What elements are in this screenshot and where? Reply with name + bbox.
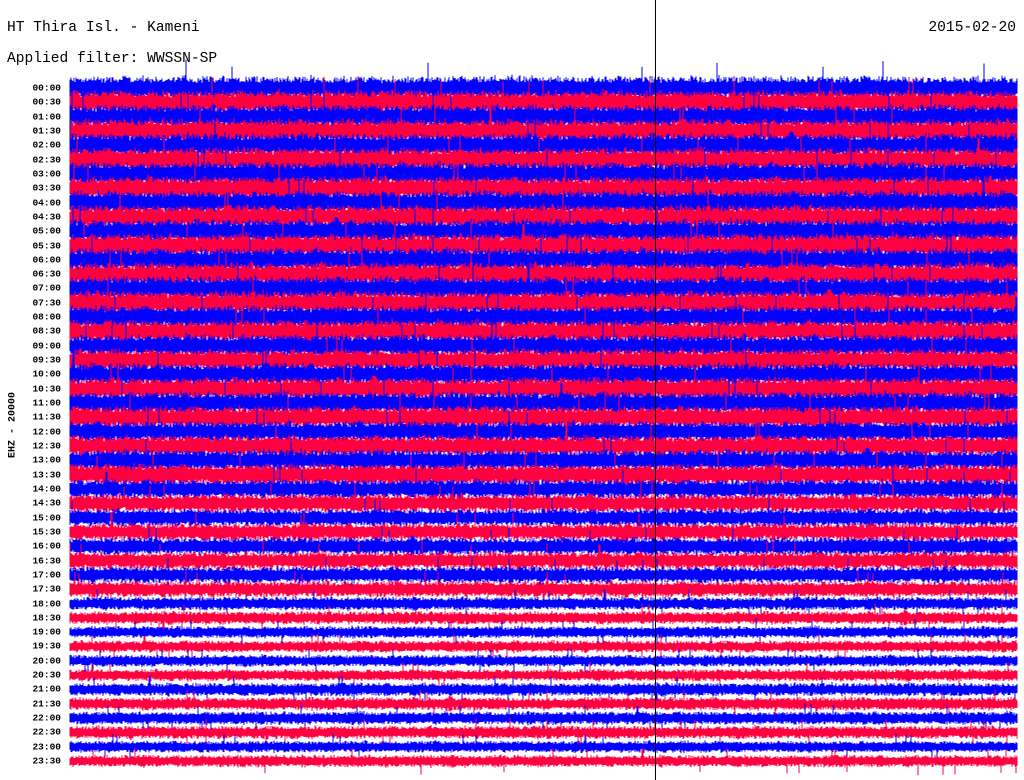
filter-label: Applied filter: WWSSN-SP: [7, 51, 218, 67]
seismogram-plot: [69, 0, 1018, 780]
trace-2330: [69, 747, 1018, 776]
